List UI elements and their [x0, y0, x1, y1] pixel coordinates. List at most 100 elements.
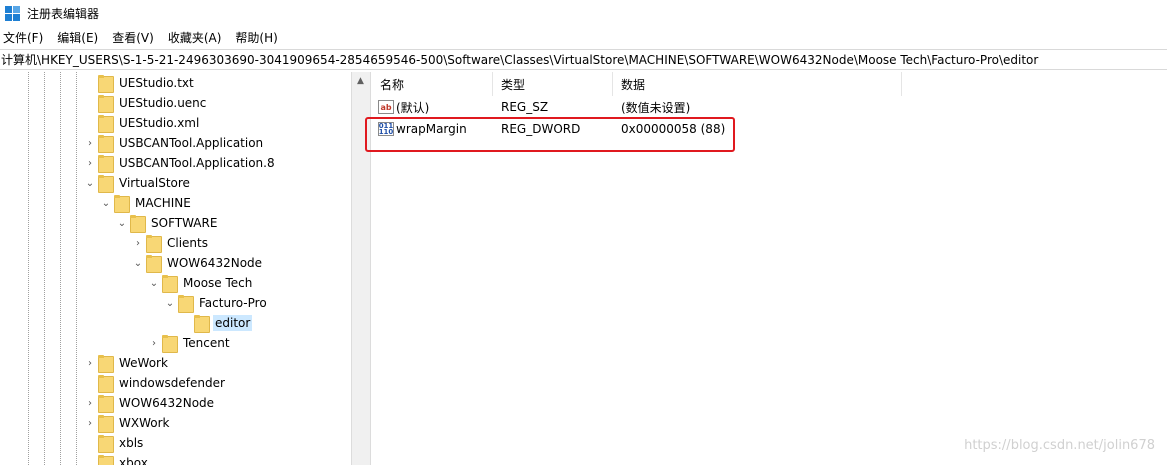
tree-guide-line: [76, 72, 77, 465]
tree-node[interactable]: ⌄ SOFTWARE: [116, 213, 219, 233]
folder-icon: [146, 255, 162, 273]
folder-icon: [178, 295, 194, 313]
value-name: (默认): [396, 100, 430, 115]
highlight-box: [365, 117, 735, 152]
tree-node[interactable]: UEStudio.uenc: [84, 93, 208, 113]
tree-node-label: editor: [213, 315, 253, 331]
folder-icon: [98, 355, 114, 373]
folder-icon: [98, 95, 114, 113]
address-bar[interactable]: 计算机\HKEY_USERS\S-1-5-21-2496303690-30419…: [0, 49, 1167, 70]
tree-node[interactable]: ⌄ WOW6432Node: [132, 253, 264, 273]
tree-node-label: Tencent: [183, 336, 230, 350]
scroll-up-icon[interactable]: ▲: [357, 76, 364, 86]
chevron-right-icon[interactable]: ›: [84, 397, 96, 409]
menu-favorites[interactable]: 收藏夹(A): [168, 29, 222, 46]
tree-node-label: WeWork: [119, 356, 168, 370]
tree-node[interactable]: › USBCANTool.Application.8: [84, 153, 277, 173]
tree-node[interactable]: › USBCANTool.Application: [84, 133, 265, 153]
tree-node[interactable]: editor: [180, 313, 253, 333]
tree-node[interactable]: UEStudio.xml: [84, 113, 201, 133]
tree-node-label: WXWork: [119, 416, 170, 430]
chevron-right-icon[interactable]: ›: [132, 237, 144, 249]
chevron-right-icon[interactable]: ›: [84, 417, 96, 429]
tree-node-label: USBCANTool.Application.8: [119, 156, 275, 170]
chevron-right-icon[interactable]: ›: [148, 337, 160, 349]
folder-icon: [98, 395, 114, 413]
menu-bar: 文件(F) 编辑(E) 查看(V) 收藏夹(A) 帮助(H): [0, 27, 1167, 48]
menu-view[interactable]: 查看(V): [112, 29, 154, 46]
folder-icon: [114, 195, 130, 213]
string-value-icon: ab: [378, 100, 394, 114]
chevron-down-icon[interactable]: ⌄: [164, 297, 176, 309]
folder-icon: [130, 215, 146, 233]
tree-node-label: SOFTWARE: [151, 216, 218, 230]
folder-icon: [162, 335, 178, 353]
column-header-data[interactable]: 数据: [613, 72, 902, 96]
value-data: (数值未设置): [621, 100, 691, 115]
tree-guide-line: [28, 72, 29, 465]
tree-node[interactable]: › Clients: [132, 233, 210, 253]
folder-icon: [146, 235, 162, 253]
key-tree[interactable]: UEStudio.txt UEStudio.uenc UEStudio.xml › US…: [0, 72, 351, 465]
tree-node[interactable]: xbls: [84, 433, 145, 453]
folder-icon: [98, 455, 114, 465]
menu-file[interactable]: 文件(F): [3, 29, 43, 46]
tree-guide-line: [60, 72, 61, 465]
tree-node-label: WOW6432Node: [167, 256, 263, 270]
title-bar: 注册表编辑器: [0, 0, 1167, 26]
chevron-right-icon[interactable]: ›: [84, 357, 96, 369]
chevron-right-icon[interactable]: ›: [84, 157, 96, 169]
tree-node[interactable]: UEStudio.txt: [84, 73, 196, 93]
tree-node-label: xbls: [119, 436, 144, 450]
tree-node-label: UEStudio.txt: [119, 76, 194, 90]
folder-icon: [194, 315, 210, 333]
value-type: REG_SZ: [501, 100, 549, 114]
tree-node-label: Facturo-Pro: [199, 296, 267, 310]
chevron-down-icon[interactable]: ⌄: [132, 257, 144, 269]
regedit-icon: [5, 5, 20, 21]
chevron-down-icon[interactable]: ⌄: [148, 277, 160, 289]
tree-node-label: windowsdefender: [119, 376, 225, 390]
tree-node[interactable]: windowsdefender: [84, 373, 227, 393]
tree-node[interactable]: › WXWork: [84, 413, 171, 433]
tree-node-label: WOW6432Node: [119, 396, 215, 410]
tree-node-label: UEStudio.uenc: [119, 96, 207, 110]
window-title: 注册表编辑器: [27, 6, 100, 21]
chevron-right-icon[interactable]: ›: [84, 137, 96, 149]
tree-node[interactable]: ⌄ Moose Tech: [148, 273, 254, 293]
tree-node-label: Moose Tech: [183, 276, 253, 290]
chevron-down-icon[interactable]: ⌄: [100, 197, 112, 209]
folder-icon: [98, 135, 114, 153]
tree-node-label: xbox: [119, 456, 148, 465]
tree-node[interactable]: ⌄ Facturo-Pro: [164, 293, 269, 313]
folder-icon: [98, 175, 114, 193]
menu-edit[interactable]: 编辑(E): [57, 29, 98, 46]
tree-node-label: MACHINE: [135, 196, 191, 210]
tree-node[interactable]: ⌄ MACHINE: [100, 193, 193, 213]
tree-node-label: UEStudio.xml: [119, 116, 200, 130]
menu-help[interactable]: 帮助(H): [235, 29, 277, 46]
column-header-type[interactable]: 类型: [493, 72, 613, 96]
folder-icon: [162, 275, 178, 293]
tree-node[interactable]: xbox: [84, 453, 150, 465]
tree-guide-line: [44, 72, 45, 465]
value-row[interactable]: ab (默认) REG_SZ (数值未设置): [372, 96, 813, 118]
column-header-name[interactable]: 名称: [372, 72, 493, 96]
tree-node-label: VirtualStore: [119, 176, 190, 190]
watermark: https://blog.csdn.net/jolin678: [964, 438, 1155, 453]
folder-icon: [98, 155, 114, 173]
chevron-down-icon[interactable]: ⌄: [116, 217, 128, 229]
folder-icon: [98, 435, 114, 453]
tree-node[interactable]: › WeWork: [84, 353, 170, 373]
chevron-down-icon[interactable]: ⌄: [84, 177, 96, 189]
tree-node[interactable]: ⌄ VirtualStore: [84, 173, 192, 193]
tree-node[interactable]: › WOW6432Node: [84, 393, 216, 413]
folder-icon: [98, 415, 114, 433]
tree-node[interactable]: › Tencent: [148, 333, 232, 353]
